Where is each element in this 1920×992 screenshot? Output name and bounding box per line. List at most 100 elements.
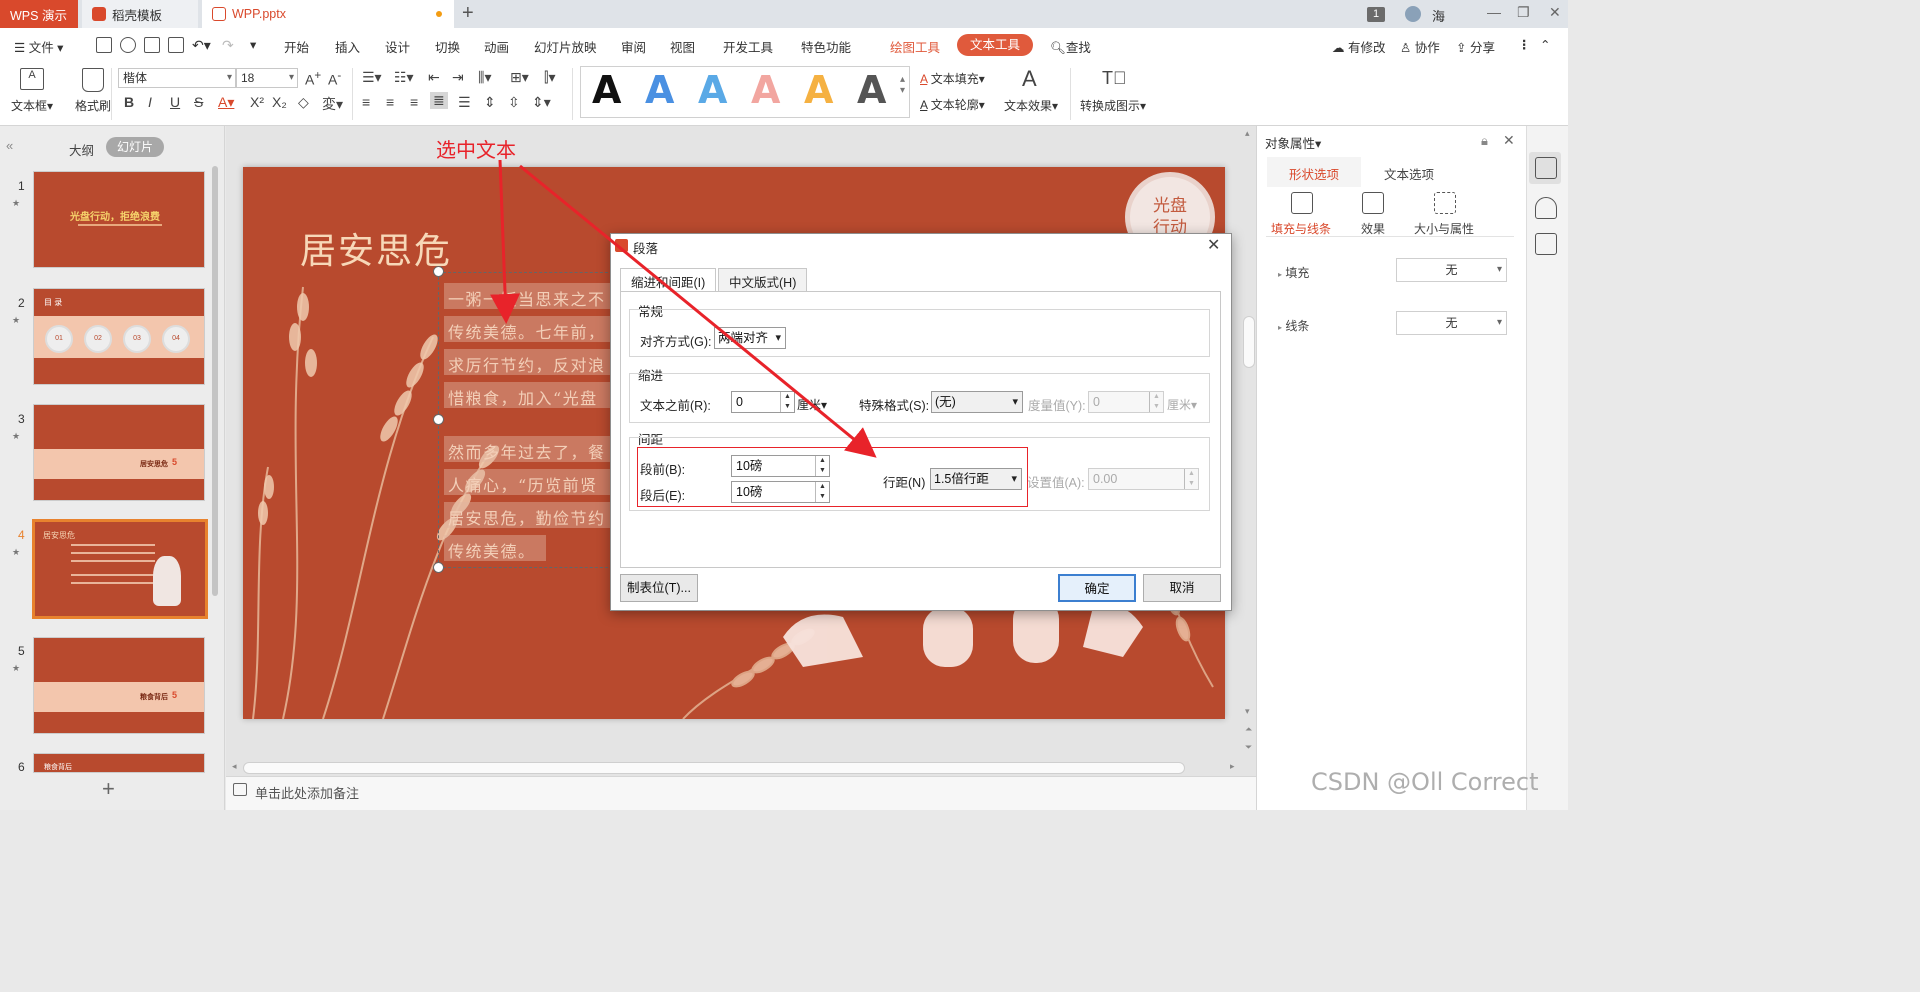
doc-tab-wpp[interactable]: WPP.pptx [202, 0, 454, 28]
align-center-icon[interactable]: ≡ [386, 94, 394, 110]
more-menu-icon[interactable]: ⋮ [1518, 37, 1531, 52]
menu-design[interactable]: 设计 [385, 37, 410, 56]
align-right-icon[interactable]: ≡ [410, 94, 418, 110]
menu-animation[interactable]: 动画 [484, 37, 509, 56]
resize-handle-middle-left[interactable] [433, 414, 444, 425]
horizontal-scrollbar[interactable] [243, 762, 1185, 774]
add-slide-button[interactable]: + [102, 776, 115, 802]
undo-icon[interactable]: ↶▾ [192, 37, 211, 54]
slides-scrollbar[interactable] [212, 166, 218, 596]
dialog-close-icon[interactable]: ✕ [1207, 235, 1220, 255]
restore-icon[interactable]: ❐ [1517, 4, 1530, 21]
quick-access-more-icon[interactable]: ▾ [250, 37, 256, 52]
menu-review[interactable]: 审阅 [621, 37, 646, 56]
format-painter-button[interactable]: 格式刷 [75, 97, 111, 114]
grow-font-icon[interactable]: A+ [305, 69, 321, 88]
shrink-font-icon[interactable]: A- [328, 69, 341, 88]
vertical-scrollbar[interactable] [1243, 316, 1255, 368]
tab-shape-options[interactable]: 形状选项 [1289, 164, 1339, 183]
subtab-effects[interactable]: 效果 [1361, 220, 1385, 237]
bullets-icon[interactable]: ☰▾ [362, 69, 382, 86]
slide-thumbnail-6[interactable]: 粮食背后 [33, 753, 205, 773]
fill-line-icon[interactable] [1291, 192, 1313, 214]
new-tab-button[interactable]: + [462, 2, 474, 25]
notes-placeholder[interactable]: 单击此处添加备注 [255, 783, 359, 802]
print-icon[interactable] [144, 37, 160, 53]
text-style-orange[interactable]: A [804, 68, 833, 112]
gallery-more-icon[interactable]: ▴ ▾ [900, 74, 905, 96]
menu-insert[interactable]: 插入 [335, 37, 360, 56]
slide-thumbnail-3[interactable]: 居安思危 5 [33, 404, 205, 501]
body-text-line[interactable]: 惜粮食，加入“光盘 [448, 385, 608, 409]
properties-title[interactable]: 对象属性▾ [1265, 133, 1321, 152]
clear-format-icon[interactable]: ◇ [298, 94, 309, 111]
menu-file-button[interactable]: ☰ 文件 ▾ [14, 37, 63, 56]
align-left-icon[interactable]: ≡ [362, 94, 370, 110]
redo-icon[interactable]: ↷ [222, 37, 234, 54]
app-tab-docer[interactable]: 稻壳模板 [82, 0, 198, 28]
body-text-line[interactable]: 求厉行节约，反对浪 [448, 352, 608, 376]
slide-thumbnail-4[interactable]: 居安思危 [32, 519, 208, 619]
measure-unit-select[interactable]: 厘米▾ [1167, 396, 1197, 413]
spinner-icon[interactable]: ▲ ▼ [1184, 469, 1198, 489]
close-panel-icon[interactable]: ✕ [1503, 132, 1515, 149]
body-text-line[interactable]: 传统美德。七年前， [448, 319, 608, 343]
measure-input[interactable]: 0 ▲ ▼ [1088, 391, 1164, 413]
text-outline-button[interactable]: A 文本轮廓▾ [920, 96, 985, 113]
fill-row[interactable]: ▸ 填充 [1278, 264, 1309, 281]
scroll-right-icon[interactable]: ▸ [1230, 761, 1235, 772]
text-effect-icon[interactable]: A [1022, 66, 1037, 92]
menu-drawing-tools[interactable]: 绘图工具 [890, 37, 940, 56]
line-spacing-icon[interactable]: ⇕ [484, 94, 496, 111]
textbox-button[interactable]: 文本框▾ [11, 97, 53, 114]
menu-transition[interactable]: 切换 [435, 37, 460, 56]
tab-indent-spacing[interactable]: 缩进和间距(I) [620, 268, 717, 292]
resize-handle-bottom-left[interactable] [433, 562, 444, 573]
textbox-icon[interactable]: A [20, 68, 44, 90]
decrease-indent-icon[interactable]: ⇤ [428, 69, 440, 86]
app-tab-wps[interactable]: WPS 演示 [0, 0, 78, 28]
setting-value-input[interactable]: 0.00 ▲ ▼ [1088, 468, 1199, 490]
text-style-pink[interactable]: A [751, 68, 780, 112]
text-style-light-blue[interactable]: A [698, 68, 727, 112]
properties-rail-icon[interactable] [1535, 157, 1557, 179]
modified-button[interactable]: ☁ 有修改 [1332, 37, 1386, 56]
convert-diagram-icon[interactable]: T⃞ [1102, 68, 1127, 89]
underline-icon[interactable]: U [170, 94, 180, 110]
share-button[interactable]: ⇪ 分享 [1456, 37, 1495, 56]
subtab-size-properties[interactable]: 大小与属性 [1414, 220, 1474, 237]
effects-icon[interactable] [1362, 192, 1384, 214]
size-properties-icon[interactable] [1434, 192, 1456, 214]
print-preview-icon[interactable] [168, 37, 184, 53]
strikethrough-icon[interactable]: S [194, 94, 203, 110]
indent-unit-select[interactable]: 厘米▾ [797, 396, 827, 413]
minimize-icon[interactable]: — [1487, 4, 1501, 20]
body-text-line[interactable]: 传统美德。 [448, 538, 608, 562]
menu-text-tools[interactable]: 文本工具 [957, 34, 1033, 56]
export-icon[interactable] [120, 37, 136, 53]
animation-rail-icon[interactable] [1535, 197, 1557, 219]
alignment-select[interactable]: 两端对齐 [714, 327, 786, 349]
text-style-blue[interactable]: A [645, 68, 674, 112]
next-slide-icon[interactable]: ⏷ [1245, 742, 1252, 753]
subtab-fill-line[interactable]: 填充与线条 [1271, 220, 1331, 237]
convert-diagram-button[interactable]: 转换成图示▾ [1080, 97, 1146, 114]
outline-tab[interactable]: 大纲 [69, 140, 94, 159]
subscript-icon[interactable]: X₂ [272, 94, 287, 110]
fill-select[interactable]: 无 [1396, 258, 1507, 282]
body-text-line[interactable]: 然而多年过去了，餐 [448, 439, 608, 463]
prev-slide-icon[interactable]: ⏶ [1245, 724, 1252, 735]
close-window-icon[interactable]: ✕ [1549, 4, 1561, 21]
slide-thumbnail-2[interactable]: 目 录 01 02 03 04 [33, 288, 205, 385]
scroll-up-icon[interactable]: ▴ [1245, 128, 1250, 139]
window-count-badge[interactable]: 1 [1367, 7, 1385, 22]
tab-stops-button[interactable]: 制表位(T)... [620, 574, 698, 602]
menu-home[interactable]: 开始 [284, 37, 309, 56]
search-button[interactable]: 🔍︎查找 [1050, 37, 1091, 56]
scroll-down-icon[interactable]: ▾ [1245, 706, 1250, 717]
font-size-select[interactable]: 18 [236, 68, 298, 88]
cancel-button[interactable]: 取消 [1143, 574, 1221, 602]
text-effect-button[interactable]: 文本效果▾ [1004, 97, 1058, 114]
text-style-black[interactable]: A [592, 68, 621, 112]
justify-icon[interactable]: ≣ [430, 92, 448, 109]
